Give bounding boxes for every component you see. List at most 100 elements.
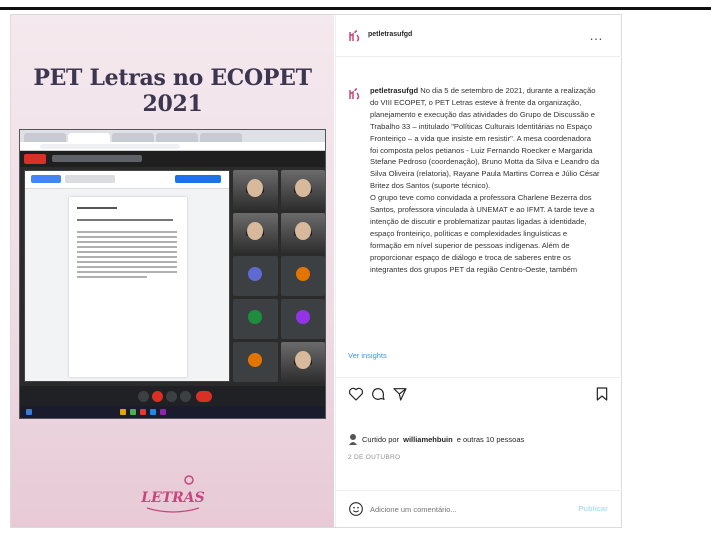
doc-line xyxy=(77,276,147,278)
caption-line: planejamento e execução das atividades d… xyxy=(370,109,596,119)
participant-tile xyxy=(280,342,325,382)
participant-tile xyxy=(280,256,325,296)
meet-screenshot xyxy=(19,129,326,419)
participant-tile xyxy=(280,213,325,253)
likes-prefix: Curtido por xyxy=(362,434,400,444)
browser-tab xyxy=(156,133,198,142)
header-username[interactable]: petletrasufgd xyxy=(368,31,412,38)
os-taskbar xyxy=(20,406,325,418)
browser-tab xyxy=(68,133,110,142)
caption-line: integrantes dos grupos PET da região Cen… xyxy=(370,264,578,274)
caption-line: Trabalho 33 – intitulado "Políticas Cult… xyxy=(370,121,592,131)
caption-line: espaço fronteiriço, políticas e complexi… xyxy=(370,228,568,238)
participant-avatar xyxy=(295,310,310,324)
post-caption: petletrasufgd No dia 5 de setembro de 20… xyxy=(370,85,606,357)
image-title: PET Letras no ECOPET 2021 xyxy=(33,65,312,117)
present-icon xyxy=(180,391,191,402)
caption-line: Santos, professora vinculada à UNEMAT e … xyxy=(370,205,595,215)
pet-letras-logo: LETRAS xyxy=(133,470,213,518)
participant-face xyxy=(247,179,264,197)
doc-line xyxy=(77,261,177,263)
see-insights-link[interactable]: Ver insights xyxy=(348,351,387,360)
camera-icon xyxy=(152,391,163,402)
participant-avatar xyxy=(248,310,263,324)
post-side-panel: petletrasufgd … petletrasufgd No dia 5 d… xyxy=(335,15,622,527)
participant-tile xyxy=(233,213,278,253)
doc-chip xyxy=(65,175,115,183)
participant-tile xyxy=(233,299,278,339)
captions-icon xyxy=(166,391,177,402)
svg-text:LETRAS: LETRAS xyxy=(140,490,205,506)
browser-tab xyxy=(112,133,154,142)
participant-face xyxy=(247,222,264,240)
doc-line xyxy=(77,231,177,233)
meet-controls xyxy=(20,386,325,408)
caption-line: Britez dos Santos (suporte técnico). xyxy=(370,181,491,191)
participant-avatar xyxy=(248,353,263,367)
hangup-icon xyxy=(196,391,212,402)
post-image[interactable]: PET Letras no ECOPET 2021 LETRAS xyxy=(11,15,334,527)
participant-face xyxy=(294,351,311,369)
participant-tile xyxy=(280,299,325,339)
doc-line xyxy=(77,241,177,243)
caption-line: O grupo teve como convidada a professora… xyxy=(370,193,592,203)
participant-avatar xyxy=(295,267,310,281)
emoji-icon[interactable] xyxy=(348,501,364,517)
start-icon xyxy=(26,409,32,415)
doc-line xyxy=(77,251,177,253)
pet-letras-logo-svg: LETRAS xyxy=(140,475,205,513)
taskbar-app-icon xyxy=(120,409,126,415)
participant-avatar xyxy=(248,267,263,281)
browser-tabs xyxy=(20,130,325,142)
participant-grid xyxy=(233,170,325,382)
comment-input[interactable] xyxy=(370,502,560,516)
caption-line: formação em nível superior de pessoas in… xyxy=(370,240,570,250)
participant-tile xyxy=(233,342,278,382)
likes-user[interactable]: williamehbuin xyxy=(403,435,453,444)
doc-chip xyxy=(31,175,61,183)
participant-tile xyxy=(233,170,278,210)
taskbar-app-icon xyxy=(150,409,156,415)
doc-page xyxy=(69,197,187,377)
participant-face xyxy=(294,179,311,197)
mic-icon xyxy=(138,391,149,402)
doc-line xyxy=(77,246,177,248)
caption-username[interactable]: petletrasufgd xyxy=(370,86,418,95)
caption-line: do VIII ECOPET, o PET Letras esteve à fr… xyxy=(370,97,582,107)
likes-suffix[interactable]: e outras 10 pessoas xyxy=(457,435,525,444)
likes-summary: Curtido por williamehbuin e outras 10 pe… xyxy=(348,433,524,445)
share-icon[interactable] xyxy=(392,386,408,402)
liker-avatar[interactable] xyxy=(348,433,358,445)
bookmark-icon[interactable] xyxy=(594,386,610,402)
url-field xyxy=(40,144,180,149)
present-text xyxy=(52,155,142,162)
taskbar-app-icon xyxy=(130,409,136,415)
more-icon[interactable]: … xyxy=(589,27,604,43)
taskbar-app-icon xyxy=(140,409,146,415)
caption-line: Fronteiriço – a vida que insiste em resi… xyxy=(370,133,591,143)
post-date: 2 DE OUTUBRO xyxy=(348,454,401,461)
caption-line: petletrasufgd No dia 5 de setembro de 20… xyxy=(370,85,606,97)
doc-chip xyxy=(175,175,221,183)
comment-bar: Publicar xyxy=(336,490,622,527)
doc-line xyxy=(77,271,177,273)
doc-line xyxy=(77,236,177,238)
profile-avatar[interactable] xyxy=(348,29,362,43)
shared-document xyxy=(24,170,230,382)
caption-line: foi composta pelos petianos - Luiz Ferna… xyxy=(370,145,593,155)
caption-line: Silva Oliveira (relatoria), Rayane Paula… xyxy=(370,169,600,179)
doc-line xyxy=(77,207,117,209)
browser-tab xyxy=(24,133,66,142)
caption-avatar[interactable] xyxy=(348,87,362,101)
participant-tile xyxy=(233,256,278,296)
caption-line: proporcionar espaço de diálogo e troca d… xyxy=(370,252,571,262)
caption-text: No dia 5 de setembro de 2021, durante a … xyxy=(420,86,596,95)
browser-tab xyxy=(200,133,242,142)
participant-tile xyxy=(280,170,325,210)
instagram-post: PET Letras no ECOPET 2021 LETRAS petletr… xyxy=(10,14,622,528)
caption-line: intenção de discutir e problematizar pau… xyxy=(370,216,587,226)
caption-line: Stefane Pedroso (coordenação), Bruno Mot… xyxy=(370,157,600,167)
comment-icon[interactable] xyxy=(370,386,386,402)
publish-button[interactable]: Publicar xyxy=(578,504,608,513)
heart-icon[interactable] xyxy=(348,386,364,402)
